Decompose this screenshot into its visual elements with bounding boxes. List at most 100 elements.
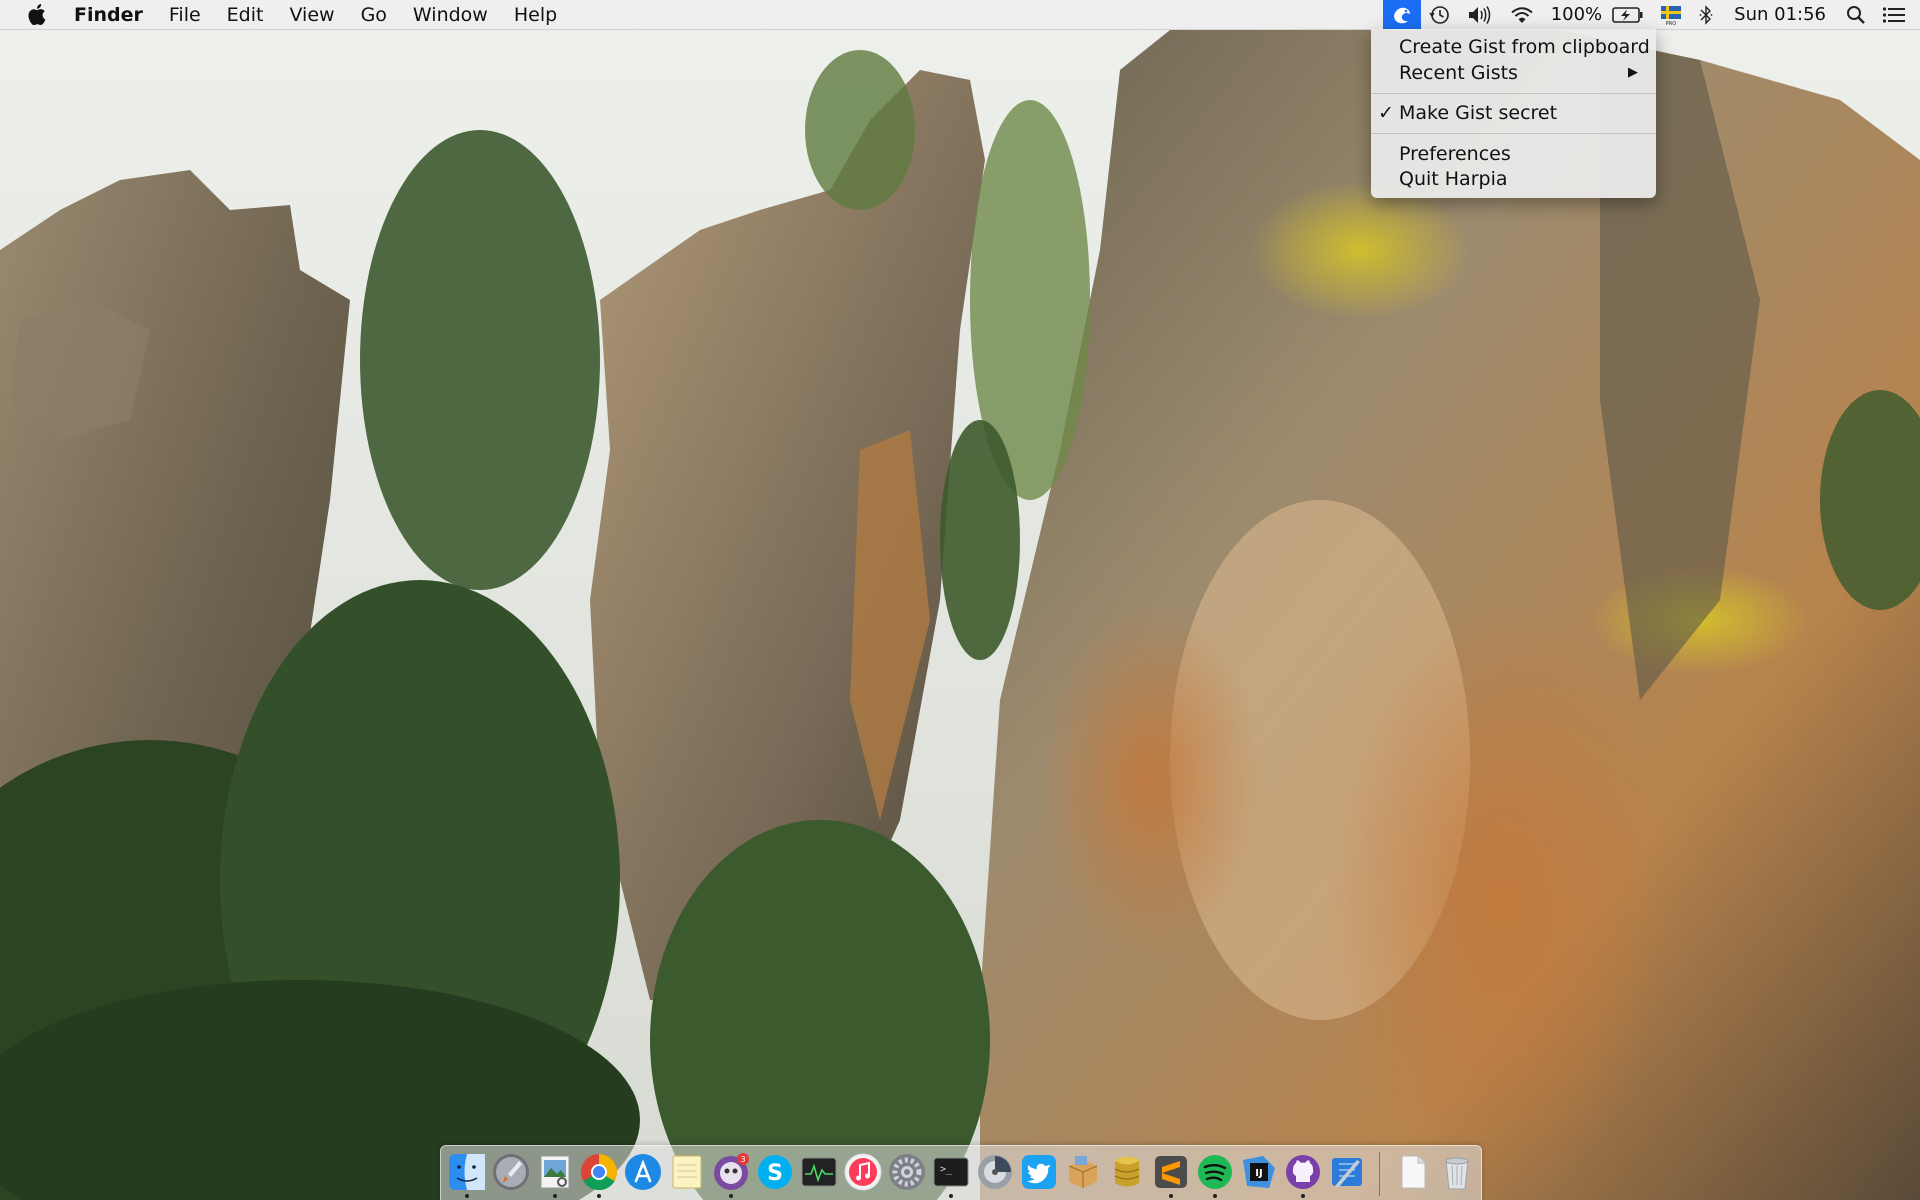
menu-edit[interactable]: Edit xyxy=(214,0,277,29)
input-source-status[interactable]: PRO xyxy=(1652,0,1690,29)
terminal-icon: >_ xyxy=(933,1157,969,1187)
volume-status[interactable] xyxy=(1459,0,1501,29)
notes-icon xyxy=(672,1155,702,1189)
dock-item-database[interactable] xyxy=(1107,1152,1147,1192)
menu-item-quit-harpia[interactable]: Quit Harpia xyxy=(1399,166,1508,192)
menu-item-label: Create Gist from clipboard xyxy=(1399,36,1650,58)
menu-item-create-gist[interactable]: Create Gist from clipboard xyxy=(1399,34,1650,60)
dock-item-finder[interactable] xyxy=(447,1152,487,1192)
volume-icon xyxy=(1468,5,1490,24)
launchpad-icon xyxy=(493,1154,529,1190)
xcode-icon xyxy=(1332,1158,1362,1188)
dock-item-system-preferences[interactable] xyxy=(887,1152,927,1192)
dock-separator xyxy=(1379,1152,1380,1196)
wifi-icon xyxy=(1511,6,1533,23)
running-indicator xyxy=(1213,1194,1217,1198)
database-icon xyxy=(1114,1157,1140,1187)
bluetooth-status[interactable] xyxy=(1690,0,1722,29)
dock-item-notes[interactable] xyxy=(667,1152,707,1192)
dock-item-intellij[interactable]: IJ xyxy=(1239,1152,1279,1192)
menu-item-recent-gists[interactable]: Recent Gists xyxy=(1399,60,1639,86)
menu-file[interactable]: File xyxy=(156,0,214,29)
menu-item-label: Make Gist secret xyxy=(1399,102,1558,124)
running-indicator xyxy=(597,1194,601,1198)
dock-item-itunes[interactable] xyxy=(843,1152,883,1192)
menu-item-make-gist-secret[interactable]: ✓ Make Gist secret xyxy=(1378,100,1558,126)
dock-item-documents[interactable] xyxy=(1393,1152,1433,1192)
disk-utility-icon xyxy=(978,1155,1012,1189)
system-preferences-icon xyxy=(889,1154,925,1190)
wifi-status[interactable] xyxy=(1501,0,1543,29)
menu-separator xyxy=(1371,133,1656,134)
dock-item-preview[interactable] xyxy=(535,1152,575,1192)
menu-separator xyxy=(1371,93,1656,94)
time-machine-icon xyxy=(1429,5,1449,24)
dock-item-xcode[interactable] xyxy=(1327,1152,1367,1192)
svg-text:PRO: PRO xyxy=(1666,21,1676,26)
dock-item-archive[interactable] xyxy=(1063,1152,1103,1192)
dock-item-spotify[interactable] xyxy=(1195,1152,1235,1192)
harpia-status-item[interactable] xyxy=(1382,0,1421,29)
menu-window[interactable]: Window xyxy=(400,0,501,29)
chrome-icon xyxy=(580,1154,617,1191)
itunes-icon xyxy=(844,1153,882,1191)
svg-text:IJ: IJ xyxy=(1255,1168,1262,1179)
notification-center-icon xyxy=(1882,6,1905,23)
dock-item-disk-utility[interactable] xyxy=(975,1152,1015,1192)
running-indicator xyxy=(729,1194,733,1198)
apple-logo-icon xyxy=(28,4,46,25)
preview-icon xyxy=(540,1155,570,1189)
dock-item-github[interactable] xyxy=(1283,1152,1323,1192)
bluetooth-icon xyxy=(1699,4,1713,25)
dock-item-app-store[interactable] xyxy=(623,1152,663,1192)
dock-item-twitter[interactable] xyxy=(1019,1152,1059,1192)
app-menu-finder[interactable]: Finder xyxy=(74,0,156,29)
skype-icon: S xyxy=(758,1155,792,1189)
notification-center-status[interactable] xyxy=(1874,0,1920,29)
archive-icon xyxy=(1068,1156,1098,1188)
twitter-icon xyxy=(1022,1155,1056,1189)
battery-percent[interactable]: 100% xyxy=(1543,0,1610,29)
dock-item-skype[interactable]: S xyxy=(755,1152,795,1192)
documents-folder-icon xyxy=(1401,1155,1426,1189)
badge-count: 3 xyxy=(740,1155,745,1164)
running-indicator xyxy=(465,1194,469,1198)
spotlight-status[interactable] xyxy=(1838,0,1874,29)
menu-item-label: Preferences xyxy=(1399,143,1511,165)
finder-icon xyxy=(449,1154,485,1190)
github-icon xyxy=(1286,1155,1320,1189)
dock-item-launchpad[interactable] xyxy=(491,1152,531,1192)
dock-item-chrome[interactable] xyxy=(579,1152,619,1192)
time-machine-status[interactable] xyxy=(1421,0,1459,29)
menu-bar: Finder File Edit View Go Window Help 100… xyxy=(0,0,1920,30)
running-indicator xyxy=(553,1194,557,1198)
checkmark-icon: ✓ xyxy=(1378,102,1394,124)
battery-charging-icon xyxy=(1612,6,1643,23)
dock-item-tweetbot[interactable]: 3 xyxy=(711,1152,751,1192)
submenu-arrow-icon: ▶ xyxy=(1628,65,1638,80)
svg-text:>_: >_ xyxy=(940,1164,953,1175)
harpia-dropdown-menu: Create Gist from clipboard Recent Gists … xyxy=(1371,29,1656,198)
trash-icon xyxy=(1445,1157,1469,1190)
swedish-flag-input-icon: PRO xyxy=(1661,5,1682,26)
menu-go[interactable]: Go xyxy=(348,0,400,29)
menu-item-label: Recent Gists xyxy=(1399,62,1518,84)
clock[interactable]: Sun 01:56 xyxy=(1722,0,1838,29)
dock-item-sublime-text[interactable] xyxy=(1151,1152,1191,1192)
spotify-icon xyxy=(1198,1155,1232,1189)
dock-item-activity-monitor[interactable] xyxy=(799,1152,839,1192)
dock-item-trash[interactable] xyxy=(1437,1152,1477,1192)
spotlight-search-icon xyxy=(1847,5,1865,24)
intellij-icon: IJ xyxy=(1243,1156,1275,1188)
menu-item-label: Quit Harpia xyxy=(1399,168,1508,190)
menu-view[interactable]: View xyxy=(276,0,347,29)
tweetbot-icon: 3 xyxy=(714,1153,749,1190)
menu-help[interactable]: Help xyxy=(501,0,570,29)
svg-text:S: S xyxy=(767,1161,783,1186)
harpia-gist-icon xyxy=(1393,7,1410,23)
menu-item-preferences[interactable]: Preferences xyxy=(1399,141,1511,167)
activity-monitor-icon xyxy=(801,1157,837,1187)
apple-menu[interactable] xyxy=(0,0,74,29)
dock-item-terminal[interactable]: >_ xyxy=(931,1152,971,1192)
battery-status[interactable] xyxy=(1610,0,1652,29)
